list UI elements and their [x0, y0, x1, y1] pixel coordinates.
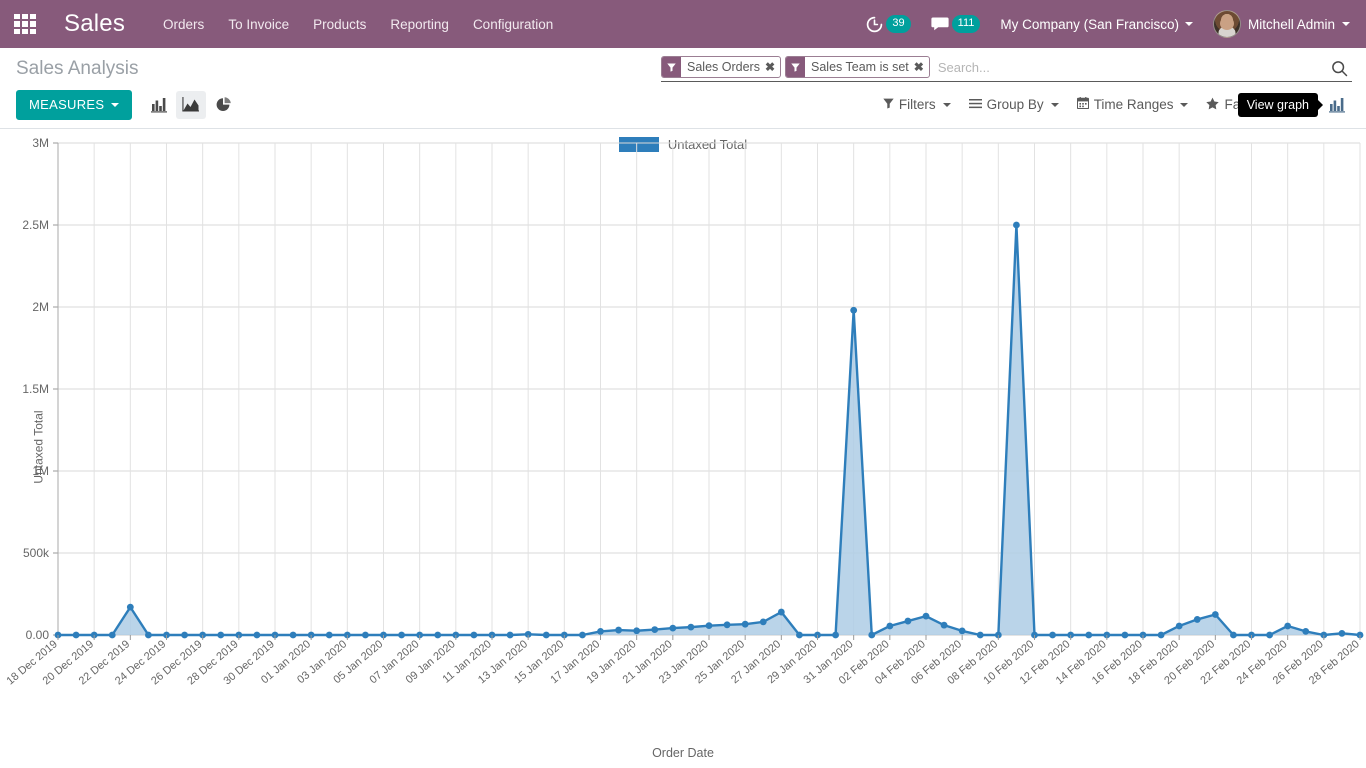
filter-funnel-icon — [786, 57, 806, 77]
groupby-dropdown[interactable]: Group By — [960, 93, 1068, 116]
filter-funnel-icon — [662, 57, 681, 77]
facet-remove-icon[interactable]: ✖ — [764, 57, 780, 77]
user-menu[interactable]: Mitchell Admin — [1203, 6, 1354, 42]
company-name: My Company (San Francisco) — [1000, 16, 1179, 32]
apps-grid-icon[interactable] — [8, 7, 42, 41]
chevron-down-icon — [942, 102, 951, 107]
bar-chart-icon[interactable] — [144, 91, 174, 119]
top-navbar: Sales Orders To Invoice Products Reporti… — [0, 0, 1366, 48]
messaging-menu[interactable]: 111 — [921, 15, 991, 33]
company-switcher[interactable]: My Company (San Francisco) — [990, 11, 1203, 38]
star-icon — [1206, 97, 1220, 113]
filters-label: Filters — [898, 97, 936, 113]
hamburger-lines-icon — [968, 97, 982, 112]
facet-sales-team-is-set[interactable]: Sales Team is set ✖ — [785, 56, 930, 78]
nav-item-products[interactable]: Products — [301, 11, 378, 38]
search-view: Sales Orders ✖ Sales Team is set ✖ — [661, 56, 1352, 82]
nav-item-orders[interactable]: Orders — [151, 11, 216, 38]
svg-text:3M: 3M — [32, 136, 49, 150]
filter-funnel-icon — [883, 97, 894, 112]
measures-label: MEASURES — [29, 97, 105, 112]
svg-text:1M: 1M — [32, 464, 49, 478]
navbar-system-tray: 39 111 My Company (San Francisco) Mitche… — [856, 6, 1354, 42]
clock-icon — [866, 16, 883, 33]
facet-remove-icon[interactable]: ✖ — [913, 57, 929, 77]
nav-item-to-invoice[interactable]: To Invoice — [216, 11, 301, 38]
avatar — [1212, 10, 1241, 38]
facet-label: Sales Team is set — [811, 60, 909, 74]
facet-label: Sales Orders — [687, 60, 760, 74]
nav-item-configuration[interactable]: Configuration — [461, 11, 565, 38]
chart-canvas[interactable]: 0.00500k1M1.5M2M2.5M3M18 Dec 201920 Dec … — [0, 129, 1366, 766]
view-graph-tooltip: View graph — [1237, 92, 1318, 117]
svg-text:2M: 2M — [32, 300, 49, 314]
search-input[interactable] — [933, 56, 1326, 78]
chevron-down-icon — [1342, 22, 1350, 26]
user-name: Mitchell Admin — [1247, 16, 1335, 32]
svg-text:2.5M: 2.5M — [22, 218, 49, 232]
control-panel-bottom-row: MEASURES Filters Group By Time Ranges Vi… — [0, 84, 1366, 128]
time-ranges-dropdown[interactable]: Time Ranges — [1068, 93, 1198, 116]
activities-menu[interactable]: 39 — [856, 15, 920, 33]
measures-button[interactable]: MEASURES — [16, 90, 133, 120]
groupby-label: Group By — [986, 97, 1044, 113]
control-panel-top-row: Sales Analysis Sales Orders ✖ Sales Team… — [0, 48, 1366, 84]
svg-text:0.00: 0.00 — [26, 628, 50, 642]
graph-renderer: Untaxed Total Untaxed Total Order Date 0… — [0, 128, 1366, 766]
chevron-down-icon — [1180, 102, 1189, 107]
view-switcher: View graph — [1237, 91, 1352, 119]
chevron-down-icon — [1050, 102, 1059, 107]
chart-type-switcher — [144, 90, 238, 119]
graph-view-icon[interactable] — [1322, 91, 1352, 119]
chevron-down-icon — [1184, 22, 1193, 26]
time-ranges-label: Time Ranges — [1093, 97, 1174, 113]
line-chart-icon[interactable] — [176, 90, 207, 119]
search-icon[interactable] — [1326, 56, 1352, 80]
svg-text:500k: 500k — [23, 546, 50, 560]
page-title: Sales Analysis — [16, 58, 139, 79]
app-brand-sales[interactable]: Sales — [64, 12, 125, 36]
chat-bubble-icon — [931, 16, 949, 32]
control-panel: Sales Analysis Sales Orders ✖ Sales Team… — [0, 48, 1366, 129]
nav-item-reporting[interactable]: Reporting — [378, 11, 461, 38]
messages-count-badge: 111 — [951, 15, 981, 33]
pie-chart-icon[interactable] — [208, 91, 238, 119]
svg-text:1.5M: 1.5M — [22, 382, 49, 396]
chevron-down-icon — [111, 102, 120, 107]
facet-sales-orders[interactable]: Sales Orders ✖ — [661, 56, 782, 78]
filters-dropdown[interactable]: Filters — [874, 93, 960, 116]
navbar-menu: Orders To Invoice Products Reporting Con… — [151, 11, 565, 38]
calendar-icon — [1076, 97, 1089, 112]
activities-count-badge: 39 — [886, 15, 911, 33]
